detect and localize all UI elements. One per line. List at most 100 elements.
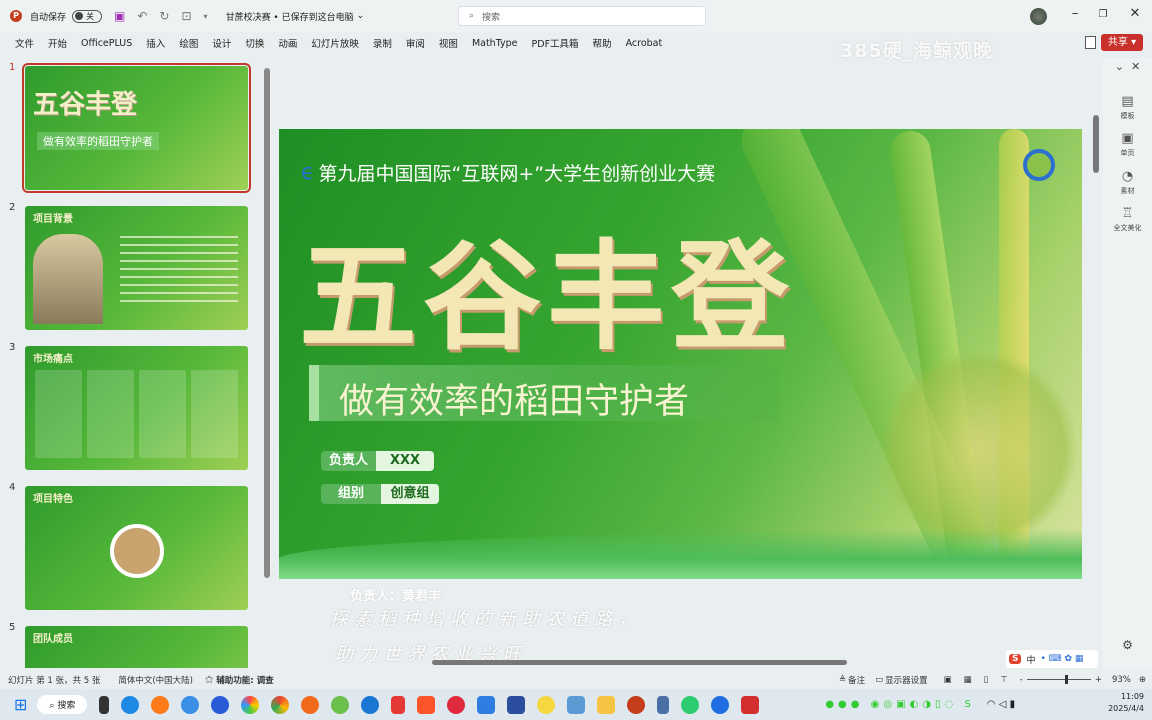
document-title[interactable]: 甘蔗校决赛 • 已保存到这台电脑 (226, 10, 354, 23)
task-view-icon[interactable] (99, 695, 110, 714)
display-icon: ▭ (875, 674, 884, 685)
slide-canvas[interactable]: ϵ 第九届中国国际“互联网+”大学生创新创业大赛 五谷丰登 做有效率的稻田守护者… (279, 129, 1082, 579)
app-blue-icon[interactable] (711, 695, 730, 714)
panel-collapse-icon[interactable]: ⌄ ✕ (1103, 60, 1152, 73)
horizontal-scrollbar[interactable] (277, 658, 1095, 666)
avatar[interactable] (1030, 8, 1047, 25)
vivaldi-icon[interactable] (447, 695, 466, 714)
search-placeholder: 搜索 (482, 12, 501, 23)
wechat-icon[interactable] (681, 695, 700, 714)
share-button[interactable]: 共享 ▾ (1101, 34, 1143, 51)
ie-blue-icon[interactable] (361, 695, 380, 714)
ime-mode: 中 (1026, 655, 1036, 666)
chevron-down-icon[interactable]: ⌄ (357, 11, 365, 21)
notes-button[interactable]: 备注 (848, 674, 865, 686)
thumbnail-scrollbar[interactable] (264, 58, 270, 666)
slide-thumbnail-2[interactable]: 项目背景 (25, 206, 248, 330)
maximize-button[interactable]: ❐ (1088, 9, 1118, 20)
customize-dropdown-icon[interactable]: ▾ (204, 12, 208, 21)
slide-scrollbar[interactable] (1093, 60, 1099, 660)
fit-to-window-icon[interactable]: ⊕ (1139, 675, 1146, 685)
menu-record[interactable]: 录制 (366, 36, 399, 50)
slideshow-icon[interactable]: ⊤ (1000, 675, 1007, 685)
menu-help[interactable]: 帮助 (586, 36, 619, 50)
slide-thumbnail-3[interactable]: 市场痛点 (25, 346, 248, 470)
panel-templates[interactable]: ▤ 模板 (1103, 94, 1152, 121)
zoom-slider[interactable] (1026, 675, 1091, 684)
slide-sorter-icon[interactable]: ▦ (964, 675, 972, 685)
menu-home[interactable]: 开始 (41, 36, 74, 50)
wps-icon[interactable] (741, 695, 760, 714)
edge-icon[interactable] (121, 695, 140, 714)
brave-icon[interactable] (417, 695, 436, 714)
slide-thumbnail-1[interactable]: 五谷丰登 做有效率的稻田守护者 (22, 63, 251, 193)
reading-view-icon[interactable]: ▯ (984, 675, 989, 685)
normal-view-icon[interactable]: ▣ (944, 675, 952, 685)
save-icon[interactable]: ▣ (114, 9, 125, 23)
app-m-icon[interactable] (507, 695, 526, 714)
menu-insert[interactable]: 插入 (139, 36, 172, 50)
yandex-icon[interactable] (391, 695, 406, 714)
app-icon[interactable] (241, 695, 260, 714)
star-icon[interactable] (537, 695, 556, 714)
system-tray-icons[interactable]: ●●● ◉◎▣◐◑▯◌ S (825, 699, 974, 710)
menu-design[interactable]: 设计 (205, 36, 238, 50)
menu-mathtype[interactable]: MathType (465, 38, 525, 49)
file-explorer-icon[interactable] (597, 695, 616, 714)
slide-thumbnail-4[interactable]: 项目特色 (25, 486, 248, 610)
menu-pdf-tools[interactable]: PDF工具箱 (525, 36, 586, 50)
settings-icon[interactable]: ⚙ (1103, 638, 1152, 652)
redo-icon[interactable]: ↻ (159, 9, 169, 23)
zoom-out-button[interactable]: - (1020, 675, 1023, 685)
app-a-icon[interactable] (477, 695, 496, 714)
language-status[interactable]: 简体中文(中国大陆) (118, 674, 193, 686)
browser-icon[interactable] (181, 695, 200, 714)
firefox-icon[interactable] (151, 695, 170, 714)
menu-slideshow[interactable]: 幻灯片放映 (304, 36, 366, 50)
menu-file[interactable]: 文件 (8, 36, 41, 50)
handwritten-line-1: 探索稻种增收的新助农道路， (330, 609, 642, 630)
menu-draw[interactable]: 绘图 (172, 36, 205, 50)
windows-start-icon[interactable]: ⊞ (14, 695, 27, 714)
ime-toolbar[interactable]: S 中 • ⌨ ✿ ▦ (1006, 650, 1098, 668)
app-icon[interactable] (301, 695, 320, 714)
school-logo-icon (1023, 149, 1055, 181)
menu-acrobat[interactable]: Acrobat (619, 38, 670, 49)
zoom-level[interactable]: 93% (1112, 675, 1131, 685)
menu-officeplus[interactable]: OfficePLUS (74, 38, 139, 49)
minimize-button[interactable]: – (1060, 6, 1090, 21)
comments-icon[interactable] (1085, 36, 1096, 49)
panel-beautify[interactable]: ♖ 全文美化 (1103, 206, 1152, 233)
undo-icon[interactable]: ↶ (137, 9, 147, 23)
chrome-icon[interactable] (271, 695, 290, 714)
powerpoint-taskbar-icon[interactable] (627, 695, 646, 714)
zoom-in-button[interactable]: + (1095, 675, 1102, 685)
search-input[interactable]: ⌕ 搜索 (458, 6, 706, 26)
group-field[interactable]: 组别 创意组 (321, 484, 440, 504)
close-button[interactable]: ✕ (1120, 6, 1150, 21)
slide-subtitle[interactable]: 做有效率的稻田守护者 (339, 373, 689, 424)
taskbar-search[interactable]: ⌕ 搜索 (37, 695, 88, 714)
panel-single-page[interactable]: ▣ 单页 (1103, 131, 1152, 158)
clock[interactable]: 11:09 2025/4/4 (1108, 691, 1144, 715)
menu-view[interactable]: 视图 (432, 36, 465, 50)
present-icon[interactable]: ⊡ (181, 9, 191, 23)
sogou-icon: S (1009, 654, 1022, 664)
accessibility-status[interactable]: 辅助功能: 调查 (216, 674, 273, 686)
leader-field[interactable]: 负责人 XXX (321, 451, 435, 471)
network-volume-icons[interactable]: ◠ ◁ ▮ (987, 699, 1015, 710)
autosave-state: 关 (86, 11, 95, 21)
autosave-toggle[interactable]: 关 (72, 9, 103, 23)
notepad-icon[interactable] (657, 695, 670, 714)
menu-transitions[interactable]: 切换 (238, 36, 271, 50)
browser2-icon[interactable] (211, 695, 230, 714)
display-settings-button[interactable]: 显示器设置 (885, 674, 928, 686)
slide-thumbnail-5[interactable]: 团队成员 (25, 626, 248, 668)
thumb-number: 3 (9, 342, 16, 353)
image-viewer-icon[interactable] (567, 695, 586, 714)
panel-materials[interactable]: ◔ 素材 (1103, 169, 1152, 196)
slide-title[interactable]: 五谷丰登 (299, 201, 795, 372)
menu-review[interactable]: 审阅 (399, 36, 432, 50)
ie-icon[interactable] (331, 695, 350, 714)
menu-animations[interactable]: 动画 (271, 36, 304, 50)
